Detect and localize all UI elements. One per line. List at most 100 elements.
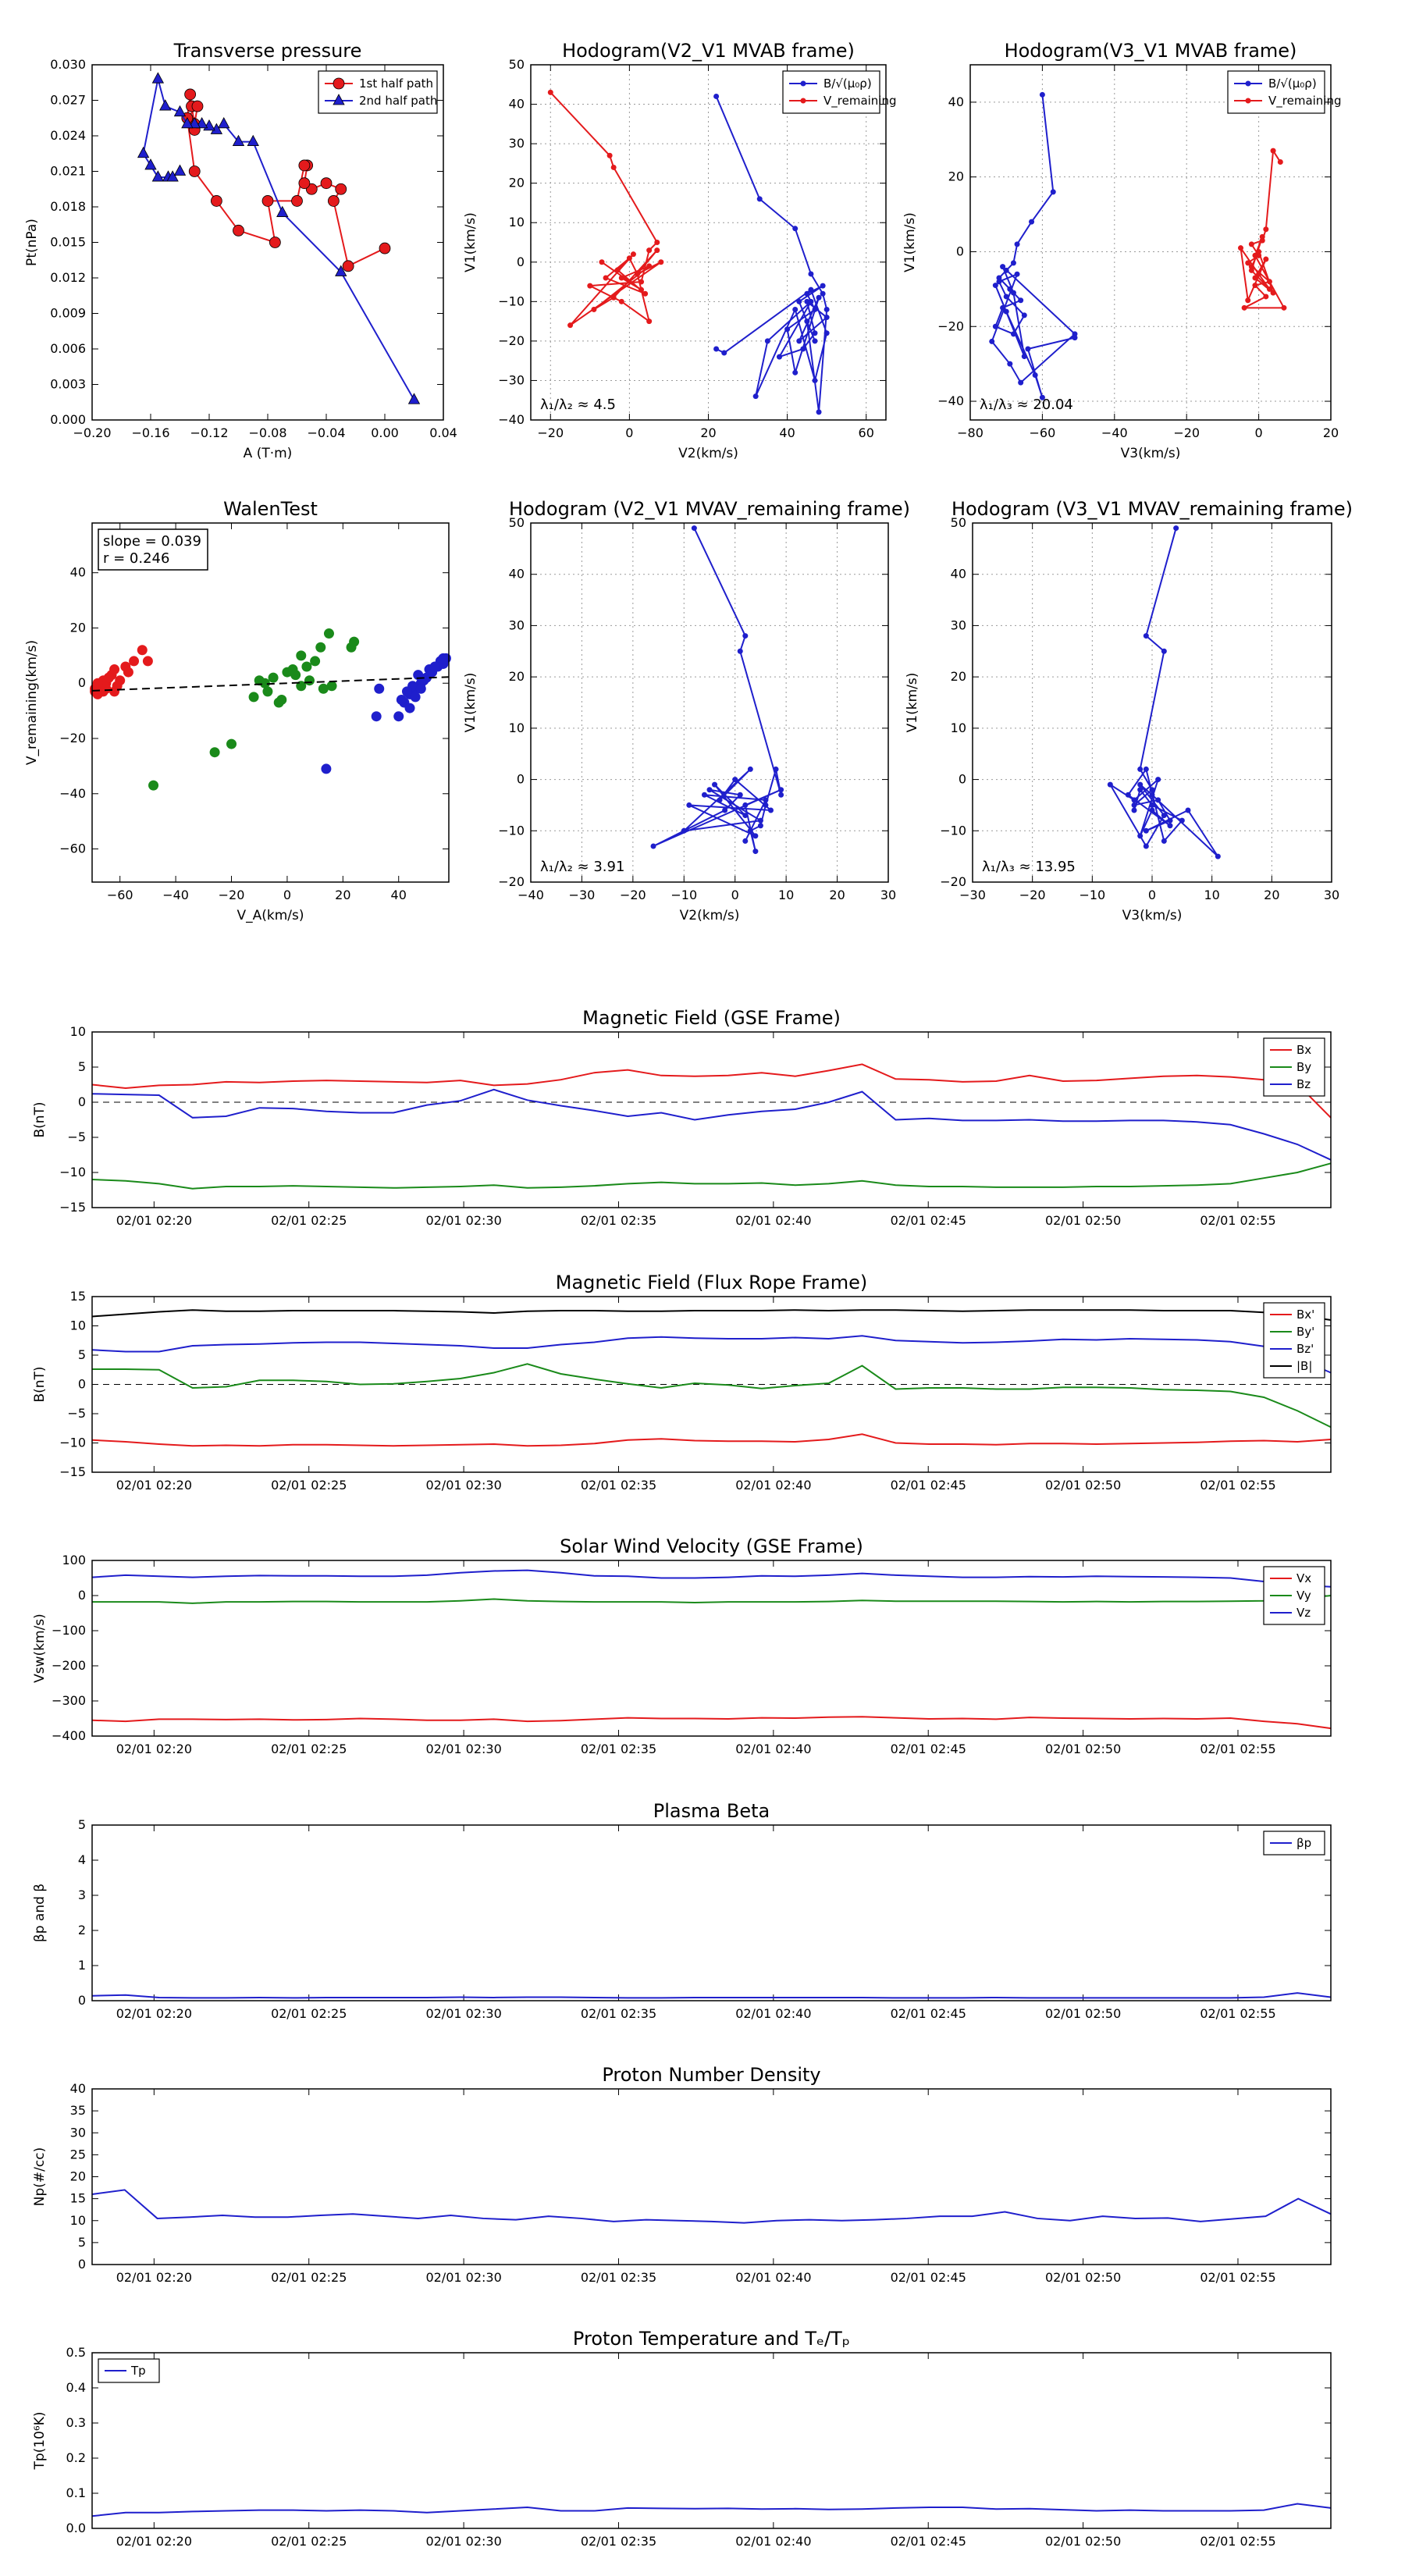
y-tick-label: −200 — [52, 1658, 86, 1673]
x-tick-label: 02/01 02:45 — [891, 1742, 966, 1756]
data-point — [1003, 308, 1009, 315]
data-point — [335, 183, 347, 195]
data-point — [1137, 833, 1144, 839]
series-line — [91, 1063, 1332, 1119]
y-tick-label: −400 — [52, 1728, 86, 1743]
data-point — [547, 89, 553, 95]
y-tick-label: 0.0 — [66, 2521, 86, 2535]
y-axis-label: V1(km/s) — [463, 212, 478, 272]
data-point — [298, 159, 311, 172]
series-line — [550, 91, 662, 326]
data-point — [304, 675, 315, 686]
x-tick-label: 02/01 02:45 — [891, 1213, 966, 1228]
y-tick-label: 0.2 — [66, 2450, 86, 2465]
x-tick-label: −30 — [959, 888, 986, 902]
legend-label: Bx — [1297, 1043, 1311, 1057]
data-point — [712, 781, 718, 788]
figure: −0.20 −0.16 −0.12 −0.08 −0.04 0.00 0.040.0000.… — [24, 40, 1353, 2549]
data-point — [796, 298, 802, 304]
data-point — [407, 393, 421, 404]
x-tick-label: 0.04 — [429, 425, 457, 440]
x-tick-label: 02/01 02:35 — [581, 2006, 656, 2021]
data-point — [268, 672, 279, 683]
x-tick-label: 40 — [779, 425, 795, 440]
y-tick-label: −40 — [937, 393, 964, 408]
legend-label: B/√(μ₀ρ) — [823, 76, 872, 91]
data-point — [415, 683, 426, 694]
y-tick-label: −15 — [59, 1200, 86, 1215]
x-tick-label: 02/01 02:50 — [1045, 2534, 1121, 2549]
data-point — [618, 275, 624, 281]
plot-frame — [530, 64, 887, 421]
y-tick-label: 20 — [70, 2169, 86, 2184]
y-tick-label: 30 — [509, 617, 525, 632]
data-point — [654, 240, 660, 245]
chart-title: Plasma Beta — [653, 1800, 770, 1822]
x-tick-label: 02/01 02:40 — [735, 2270, 811, 2285]
data-point — [742, 813, 749, 819]
x-tick-label: 02/01 02:25 — [271, 2006, 347, 2021]
x-tick-label: 02/01 02:35 — [581, 1478, 656, 1493]
data-point — [1173, 525, 1179, 532]
data-point — [1131, 797, 1137, 803]
x-tick-label: 30 — [880, 888, 896, 902]
y-tick-label: 10 — [509, 720, 525, 735]
y-tick-label: −5 — [67, 1130, 86, 1144]
y-tick-label: 4 — [78, 1852, 86, 1867]
data-point — [184, 88, 197, 101]
legend-label: B/√(μ₀ρ) — [1268, 76, 1317, 91]
data-point — [654, 247, 660, 254]
x-tick-label: 02/01 02:50 — [1045, 2006, 1121, 2021]
data-point — [276, 205, 289, 217]
plot-frame — [91, 2088, 1332, 2265]
data-point — [650, 843, 656, 849]
chart-title: Hodogram (V3_V1 MVAV_remaining frame) — [951, 498, 1353, 520]
data-point — [129, 656, 140, 667]
x-tick-label: 02/01 02:30 — [425, 2534, 501, 2549]
data-point — [804, 318, 810, 325]
data-point — [379, 242, 391, 254]
data-point — [823, 330, 830, 336]
data-point — [763, 797, 769, 803]
x-tick-label: 0 — [625, 425, 633, 440]
data-point — [276, 694, 287, 705]
y-tick-label: 20 — [70, 620, 86, 635]
x-tick-label: −30 — [569, 888, 596, 902]
x-tick-label: 02/01 02:20 — [116, 2006, 192, 2021]
data-point — [992, 283, 998, 289]
data-point — [410, 692, 421, 703]
y-tick-label: 0 — [78, 1377, 86, 1392]
y-tick-label: 0.5 — [66, 2345, 86, 2360]
x-tick-label: 10 — [1204, 888, 1219, 902]
data-point — [1149, 802, 1155, 808]
data-point — [796, 338, 802, 344]
data-point — [808, 286, 814, 293]
x-tick-label: 0 — [283, 888, 291, 902]
data-point — [123, 667, 133, 678]
x-tick-label: −40 — [162, 888, 189, 902]
y-tick-label: 20 — [948, 169, 964, 184]
x-tick-label: 02/01 02:55 — [1200, 2270, 1275, 2285]
data-point — [701, 792, 707, 798]
annotation-line: slope = 0.039 — [103, 533, 201, 550]
y-tick-label: 0.006 — [50, 341, 86, 356]
x-tick-label: −10 — [1079, 888, 1105, 902]
ts_tp-chart: 02/01 02:20 02/01 02:25 02/01 02:30 02/01 0… — [32, 2328, 1332, 2549]
x-tick-label: 02/01 02:55 — [1200, 2006, 1275, 2021]
data-point — [732, 777, 738, 783]
chart-title: Transverse pressure — [173, 40, 362, 62]
y-tick-label: −10 — [59, 1165, 86, 1179]
data-point — [1143, 843, 1149, 849]
x-tick-label: 02/01 02:40 — [735, 1213, 811, 1228]
ts_np-chart: 02/01 02:20 02/01 02:25 02/01 02:30 02/01 0… — [32, 2064, 1332, 2285]
series-line — [91, 1992, 1332, 1999]
y-tick-label: 20 — [509, 176, 525, 190]
chart-title: Magnetic Field (Flux Rope Frame) — [556, 1272, 867, 1293]
data-point — [737, 792, 743, 798]
legend-label: Vx — [1297, 1571, 1311, 1585]
x-tick-label: −0.20 — [73, 425, 111, 440]
data-point — [1125, 792, 1131, 798]
data-point — [713, 346, 720, 352]
data-point — [1050, 189, 1056, 195]
legend: 1st half path 2nd half path — [318, 70, 438, 114]
